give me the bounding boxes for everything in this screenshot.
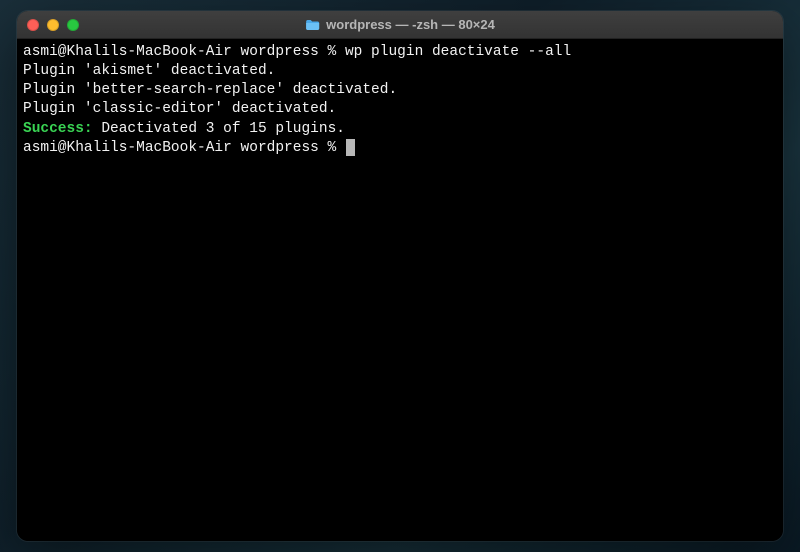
window-title: wordpress — -zsh — 80×24 — [326, 17, 495, 32]
titlebar[interactable]: wordpress — -zsh — 80×24 — [17, 11, 783, 39]
output-line-3: Plugin 'classic-editor' deactivated. — [23, 100, 777, 119]
command-1: wp plugin deactivate --all — [345, 44, 571, 60]
success-message: Deactivated 3 of 15 plugins. — [93, 121, 345, 137]
minimize-button[interactable] — [47, 19, 59, 31]
terminal-output[interactable]: asmi@Khalils-MacBook-Air wordpress % wp … — [17, 39, 783, 541]
window-title-container: wordpress — -zsh — 80×24 — [305, 17, 495, 32]
close-button[interactable] — [27, 19, 39, 31]
success-label: Success: — [23, 121, 93, 137]
traffic-lights — [27, 19, 79, 31]
prompt-2: asmi@Khalils-MacBook-Air wordpress % — [23, 140, 345, 156]
cursor — [346, 139, 355, 156]
maximize-button[interactable] — [67, 19, 79, 31]
output-line-1: Plugin 'akismet' deactivated. — [23, 62, 777, 81]
folder-icon — [305, 19, 320, 31]
prompt-1: asmi@Khalils-MacBook-Air wordpress % — [23, 44, 345, 60]
output-line-2: Plugin 'better-search-replace' deactivat… — [23, 81, 777, 100]
terminal-window: wordpress — -zsh — 80×24 asmi@Khalils-Ma… — [17, 11, 783, 541]
